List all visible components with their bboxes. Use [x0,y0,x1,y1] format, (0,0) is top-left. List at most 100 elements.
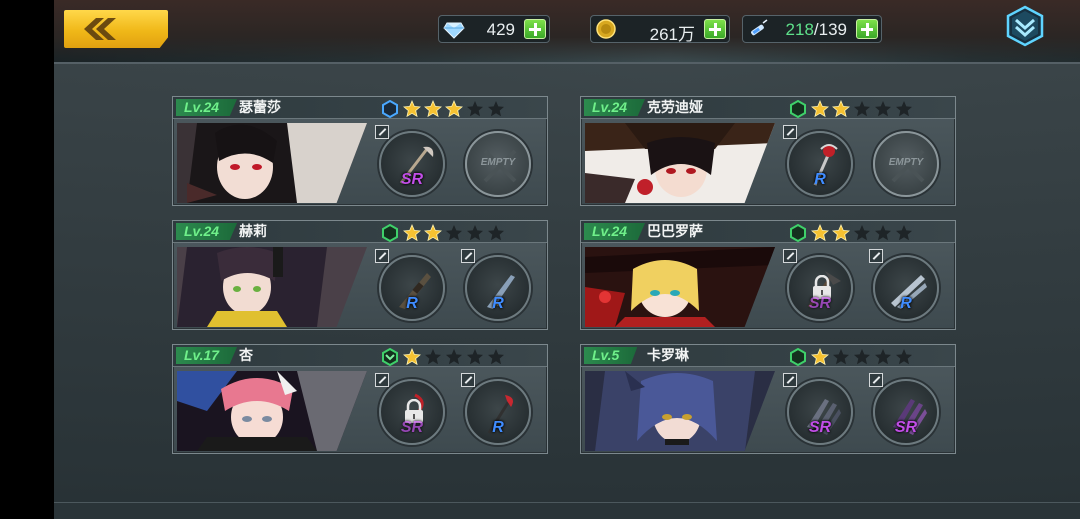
card-header: Lv.24 克劳迪娅 [581,97,955,119]
star-filled-icon [811,348,829,366]
star-empty-icon [488,101,504,117]
star-rating [811,224,913,242]
level-text: Lv.24 [592,99,628,115]
card-header: Lv.24 巴巴罗萨 [581,221,955,243]
class-hexagon-chevron-icon [382,348,398,366]
game-screen: 429 261万 218/139 Lv.24 瑟蕾莎 SR EMPTY Lv.2… [54,0,1080,519]
star-rating [811,100,913,118]
add-gold-button[interactable] [704,19,726,39]
rank-label: R [492,295,504,312]
diamond-count: 429 [486,20,515,39]
portrait-illustration [177,123,367,203]
class-hexagon-icon [790,224,806,242]
portrait-illustration [585,123,775,203]
character-name: 克劳迪娅 [647,100,703,116]
weapon-slot-2[interactable]: R [869,249,939,321]
rank-label: SR [894,419,918,436]
stamina-current: 218 [785,20,814,39]
character-portrait[interactable] [585,371,775,451]
back-arrow-icon [84,18,116,40]
class-hexagon-icon [382,224,398,242]
star-empty-icon [896,101,912,117]
weapon-slot-2[interactable]: SR [869,373,939,445]
character-card-5[interactable]: Lv.17 杏 SR R [172,344,548,454]
diamond-icon [443,22,465,39]
weapon-slot-1[interactable]: SR [783,249,853,321]
character-card-2[interactable]: Lv.24 克劳迪娅 R EMPTY [580,96,956,206]
character-name: 赫莉 [239,224,267,240]
weapon-slot-1[interactable]: SR [783,373,853,445]
character-name: 巴巴罗萨 [647,224,703,240]
character-portrait[interactable] [177,371,367,451]
edit-icon[interactable] [375,125,389,139]
star-filled-icon [832,224,850,242]
character-card-4[interactable]: Lv.24 巴巴罗萨 SR R [580,220,956,330]
star-empty-icon [467,349,483,365]
weapon-slot-2[interactable]: R [461,373,531,445]
card-header: Lv.24 瑟蕾莎 [173,97,547,119]
stamina-max: /139 [813,20,847,39]
edit-icon[interactable] [783,125,797,139]
stamina-counter: 218/139 [742,15,882,43]
weapon-slot-1[interactable]: R [375,249,445,321]
star-rating [811,348,913,366]
level-badge: Lv.17 [176,347,238,364]
gold-coin-icon [596,19,616,39]
edit-icon[interactable] [461,249,475,263]
weapon-slot-1[interactable]: SR [375,373,445,445]
star-filled-icon [811,100,829,118]
class-hexagon-icon [790,100,806,118]
character-portrait[interactable] [177,247,367,327]
star-filled-icon [445,100,463,118]
portrait-illustration [585,371,775,451]
rank-label: SR [400,419,424,436]
level-badge: Lv.24 [584,99,646,116]
weapon-slot-2[interactable]: R [461,249,531,321]
character-card-3[interactable]: Lv.24 赫莉 R R [172,220,548,330]
add-diamonds-button[interactable] [524,19,546,39]
level-text: Lv.5 [592,347,620,363]
edit-icon[interactable] [783,249,797,263]
weapon-slot-2-empty[interactable]: EMPTY [465,131,531,197]
empty-label: EMPTY [888,157,924,168]
back-button[interactable] [64,10,168,48]
level-text: Lv.17 [184,347,220,363]
edit-icon[interactable] [375,373,389,387]
level-badge: Lv.24 [584,223,646,240]
rank-label: R [492,419,504,436]
rank-label: R [406,295,418,312]
star-empty-icon [446,349,462,365]
character-name: 卡罗琳 [647,348,689,364]
star-filled-icon [403,100,421,118]
level-text: Lv.24 [184,223,220,239]
weapon-slot-1[interactable]: R [783,125,853,197]
portrait-illustration [177,247,367,327]
character-portrait[interactable] [585,247,775,327]
edit-icon[interactable] [869,373,883,387]
character-name: 瑟蕾莎 [239,100,281,116]
card-header: Lv.24 赫莉 [173,221,547,243]
rank-label: R [814,171,826,188]
stamina-count: 218/139 [786,20,847,40]
star-empty-icon [425,349,441,365]
gold-counter: 261万 [590,15,730,44]
character-portrait[interactable] [177,123,367,203]
star-empty-icon [875,101,891,117]
weapon-slot-2-empty[interactable]: EMPTY [873,131,939,197]
diamond-counter: 429 [438,15,550,43]
character-card-6[interactable]: Lv.5 卡罗琳 SR SR [580,344,956,454]
star-filled-icon [811,224,829,242]
character-portrait[interactable] [585,123,775,203]
edit-icon[interactable] [461,373,475,387]
edit-icon[interactable] [869,249,883,263]
menu-chevron-button[interactable] [1004,5,1046,47]
portrait-illustration [585,247,775,327]
weapon-slot-1[interactable]: SR [375,125,445,197]
card-header: Lv.17 杏 [173,345,547,367]
edit-icon[interactable] [783,373,797,387]
star-filled-icon [403,348,421,366]
add-stamina-button[interactable] [856,19,878,39]
level-badge: Lv.5 [584,347,638,364]
edit-icon[interactable] [375,249,389,263]
character-card-1[interactable]: Lv.24 瑟蕾莎 SR EMPTY [172,96,548,206]
